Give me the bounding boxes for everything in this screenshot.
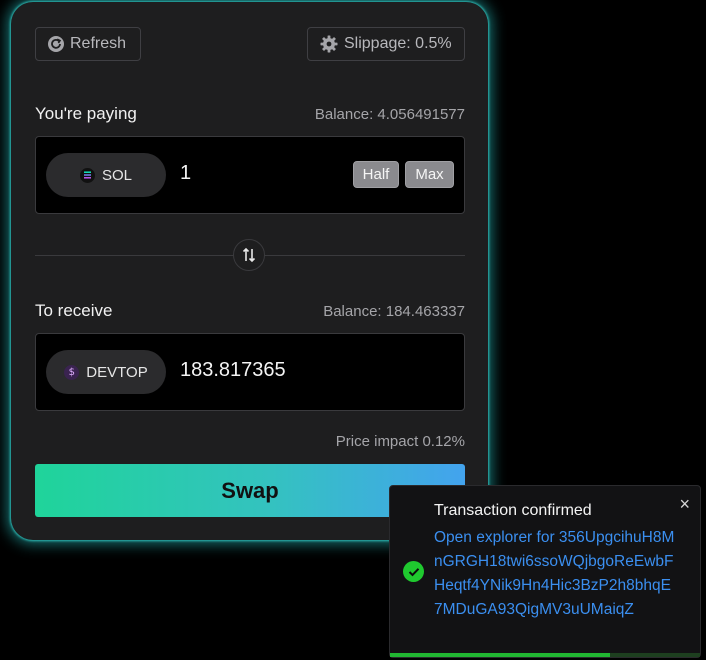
pay-token-symbol: SOL: [101, 166, 132, 184]
receive-panel: $ DEVTOP 183.817365: [35, 333, 465, 411]
receive-label: To receive: [35, 301, 113, 320]
refresh-icon: [48, 36, 64, 52]
refresh-button[interactable]: Refresh: [35, 27, 141, 61]
receive-balance: Balance: 184.463337: [323, 303, 465, 320]
switch-direction-button[interactable]: [233, 239, 265, 271]
receive-token-symbol: DEVTOP: [86, 363, 148, 381]
pay-token-selector[interactable]: SOL: [46, 153, 166, 197]
toast-progress-bar: [390, 653, 611, 657]
price-impact: Price impact 0.12%: [335, 433, 465, 450]
pay-balance: Balance: 4.056491577: [314, 106, 465, 123]
check-circle-icon: [403, 561, 424, 582]
swap-card: Refresh Slippage: 0.5% You're paying Bal…: [11, 2, 488, 540]
refresh-label: Refresh: [70, 35, 127, 52]
toast-title: Transaction confirmed: [434, 502, 592, 519]
swap-direction-icon: [242, 247, 256, 263]
slippage-label: Slippage: 0.5%: [344, 35, 452, 52]
pay-panel: SOL 1 Half Max: [35, 136, 465, 214]
pay-amount-input[interactable]: 1: [180, 162, 191, 185]
toast-progress-track: [390, 653, 700, 657]
sol-logo-icon: [79, 167, 95, 183]
max-button[interactable]: Max: [405, 161, 454, 188]
close-icon[interactable]: ×: [679, 494, 690, 515]
slippage-button[interactable]: Slippage: 0.5%: [307, 27, 465, 61]
devtop-logo-icon: $: [64, 364, 80, 380]
pay-label: You're paying: [35, 104, 137, 123]
toast-notification: Transaction confirmed Open explorer for …: [389, 485, 701, 658]
gear-icon: [320, 35, 338, 53]
explorer-link[interactable]: Open explorer for 356UpgcihuH8MnGRGH18tw…: [434, 526, 676, 622]
half-button[interactable]: Half: [353, 161, 399, 188]
receive-amount: 183.817365: [180, 359, 286, 381]
receive-token-selector[interactable]: $ DEVTOP: [46, 350, 166, 394]
